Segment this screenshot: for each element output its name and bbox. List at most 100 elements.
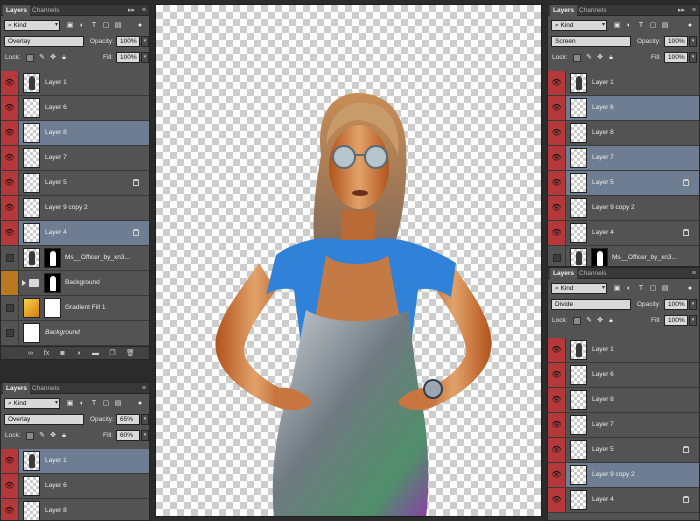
filter-toggle-icon[interactable]: ● xyxy=(685,20,695,31)
filter-shape-icon[interactable]: ▢ xyxy=(101,20,111,31)
eye-icon[interactable]: 👁︎ xyxy=(1,449,19,473)
layer-row[interactable]: 👁︎ Layer 7 xyxy=(1,146,149,171)
eye-toggle-off[interactable] xyxy=(548,246,566,266)
layer-row[interactable]: 👁︎ Layer 5 xyxy=(1,171,149,196)
layer-row[interactable]: Ms__Officer_by_xn3... xyxy=(1,246,149,271)
filter-adjustment-icon[interactable]: ◐ xyxy=(624,20,634,31)
lock-position-icon[interactable]: ✥ xyxy=(595,315,605,326)
layer-row[interactable]: 👁︎ Layer 8 xyxy=(548,121,699,146)
layer-row[interactable]: 👁︎ Layer 9 copy 2 xyxy=(548,196,699,221)
eye-icon[interactable]: 👁︎ xyxy=(548,388,566,412)
layer-row[interactable]: 👁︎ Layer 1 xyxy=(548,338,699,363)
opacity-field[interactable]: 100% xyxy=(116,36,140,47)
filter-kind-select[interactable]: ⌕ Kind ▾ xyxy=(551,283,607,294)
eye-toggle-off[interactable] xyxy=(1,296,19,320)
tab-channels[interactable]: Channels xyxy=(576,268,609,279)
filter-toggle-icon[interactable]: ● xyxy=(135,398,145,409)
layer-row[interactable]: 👁︎ Layer 5 xyxy=(548,171,699,196)
filter-type-icon[interactable]: T xyxy=(89,20,99,31)
new-layer-icon[interactable]: ❐ xyxy=(107,348,118,359)
layer-row[interactable]: 👁︎ Layer 5 xyxy=(548,438,699,463)
link-layers-icon[interactable]: ∞ xyxy=(25,348,36,359)
disclosure-arrow-icon[interactable] xyxy=(22,280,26,286)
filter-adjustment-icon[interactable]: ◐ xyxy=(624,283,634,294)
tab-layers[interactable]: Layers xyxy=(550,268,577,279)
opacity-field[interactable]: 65% xyxy=(116,414,140,425)
opacity-field[interactable]: 100% xyxy=(664,299,688,310)
eye-icon[interactable]: 👁︎ xyxy=(548,96,566,120)
eye-icon[interactable]: 👁︎ xyxy=(1,196,19,220)
eye-icon[interactable]: 👁︎ xyxy=(548,146,566,170)
filter-shape-icon[interactable]: ▢ xyxy=(101,398,111,409)
opacity-field[interactable]: 100% xyxy=(664,36,688,47)
eye-icon[interactable]: 👁︎ xyxy=(548,463,566,487)
adjustment-layer-icon[interactable]: ◑ xyxy=(73,348,84,359)
blend-mode-select[interactable]: Screen xyxy=(551,36,631,47)
lock-pixels-icon[interactable]: ✎ xyxy=(37,52,47,63)
filter-kind-select[interactable]: ⌕ Kind ▾ xyxy=(551,20,607,31)
panel-menu-icon[interactable]: ≡ xyxy=(142,5,146,16)
layer-row[interactable]: 👁︎ Layer 4 xyxy=(548,488,699,513)
eye-toggle-off[interactable] xyxy=(1,246,19,270)
layer-row[interactable]: 👁︎ Layer 9 copy 2 xyxy=(1,196,149,221)
eye-toggle-off[interactable] xyxy=(1,271,19,295)
layer-row[interactable]: 👁︎ Layer 4 xyxy=(1,221,149,246)
opacity-dropdown-icon[interactable]: ▾ xyxy=(689,36,697,47)
layer-row[interactable]: Ms__Officer_by_xn3... xyxy=(548,246,699,266)
filter-adjustment-icon[interactable]: ◐ xyxy=(77,398,87,409)
layer-row[interactable]: 👁︎ Layer 7 xyxy=(548,146,699,171)
layer-row[interactable]: 👁︎ Layer 1 xyxy=(1,449,149,474)
layer-row[interactable]: 👁︎ Layer 6 xyxy=(1,96,149,121)
fill-field[interactable]: 100% xyxy=(664,315,688,326)
fill-dropdown-icon[interactable]: ▾ xyxy=(141,430,149,441)
layer-row[interactable]: 👁︎ Layer 6 xyxy=(1,474,149,499)
eye-icon[interactable]: 👁︎ xyxy=(1,121,19,145)
lock-position-icon[interactable]: ✥ xyxy=(48,430,58,441)
filter-smart-icon[interactable]: ▤ xyxy=(113,20,123,31)
eye-icon[interactable]: 👁︎ xyxy=(548,438,566,462)
filter-toggle-icon[interactable]: ● xyxy=(685,283,695,294)
tab-layers[interactable]: Layers xyxy=(3,383,30,394)
filter-type-icon[interactable]: T xyxy=(89,398,99,409)
layer-row[interactable]: Background xyxy=(1,321,149,346)
eye-icon[interactable]: 👁︎ xyxy=(1,499,19,520)
eye-icon[interactable]: 👁︎ xyxy=(548,71,566,95)
filter-shape-icon[interactable]: ▢ xyxy=(648,20,658,31)
tab-channels[interactable]: Channels xyxy=(29,383,62,394)
panel-menu-icon[interactable]: ≡ xyxy=(692,268,696,279)
fill-dropdown-icon[interactable]: ▾ xyxy=(689,315,697,326)
lock-transparency-icon[interactable] xyxy=(26,432,34,440)
tab-channels[interactable]: Channels xyxy=(576,5,609,16)
filter-pixel-icon[interactable]: ▣ xyxy=(65,398,75,409)
lock-transparency-icon[interactable] xyxy=(573,317,581,325)
layer-row[interactable]: 👁︎ Layer 8 xyxy=(548,388,699,413)
layer-style-icon[interactable]: fx xyxy=(41,348,52,359)
eye-icon[interactable]: 👁︎ xyxy=(1,146,19,170)
filter-type-icon[interactable]: T xyxy=(636,20,646,31)
eye-icon[interactable]: 👁︎ xyxy=(548,488,566,512)
lock-all-icon[interactable]: 🔒︎ xyxy=(606,315,616,326)
tab-layers[interactable]: Layers xyxy=(3,5,30,16)
filter-type-icon[interactable]: T xyxy=(636,283,646,294)
eye-toggle-off[interactable] xyxy=(1,321,19,345)
eye-icon[interactable]: 👁︎ xyxy=(1,171,19,195)
layer-row[interactable]: 👁︎ Layer 7 xyxy=(548,413,699,438)
eye-icon[interactable]: 👁︎ xyxy=(548,363,566,387)
layer-row[interactable]: Gradient Fill 1 xyxy=(1,296,149,321)
trash-icon[interactable]: 🗑︎ xyxy=(125,348,136,359)
layer-row[interactable]: 👁︎ Layer 8 xyxy=(1,121,149,146)
filter-kind-select[interactable]: ⌕ Kind ▾ xyxy=(4,20,60,31)
eye-icon[interactable]: 👁︎ xyxy=(1,474,19,498)
eye-icon[interactable]: 👁︎ xyxy=(1,221,19,245)
add-mask-icon[interactable]: ◙ xyxy=(57,348,68,359)
layer-group-row[interactable]: Background xyxy=(1,271,149,296)
panel-menu-icon[interactable]: ≡ xyxy=(142,383,146,394)
layer-row[interactable]: 👁︎ Layer 9 copy 2 xyxy=(548,463,699,488)
panel-menu-icon[interactable]: ≡ xyxy=(692,5,696,16)
filter-pixel-icon[interactable]: ▣ xyxy=(65,20,75,31)
layer-row[interactable]: 👁︎ Layer 8 xyxy=(1,499,149,520)
lock-all-icon[interactable]: 🔒︎ xyxy=(59,430,69,441)
layer-row[interactable]: 👁︎ Layer 1 xyxy=(548,71,699,96)
layer-row[interactable]: 👁︎ Layer 4 xyxy=(548,221,699,246)
filter-toggle-icon[interactable]: ● xyxy=(135,20,145,31)
